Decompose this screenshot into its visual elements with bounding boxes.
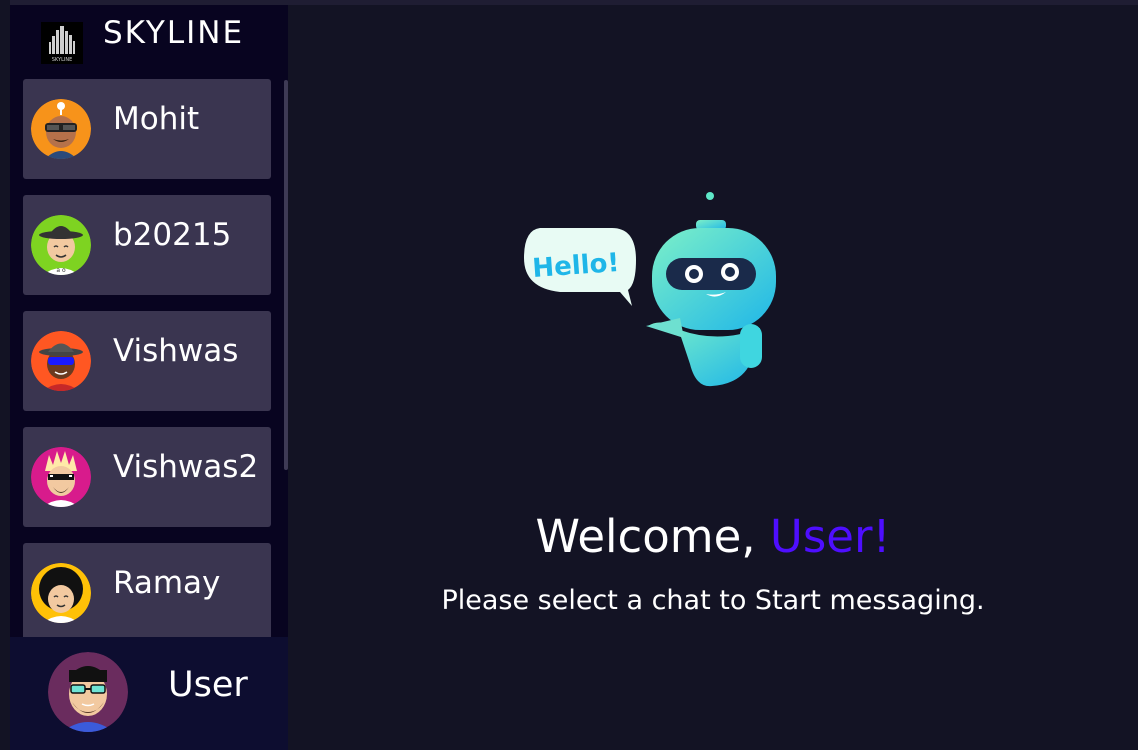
- avatar-vishwas2-icon: [31, 447, 91, 507]
- contacts-sidebar: SKYLINE SKYLINE Mohit a o b20215 Vishwas…: [10, 5, 288, 750]
- contact-name: Vishwas: [113, 333, 239, 369]
- window-left-border: [0, 0, 10, 750]
- avatar-mohit-icon: [31, 99, 91, 159]
- avatar-ramay-icon: [31, 563, 91, 623]
- hello-bubble-text: Hello!: [531, 248, 620, 284]
- contact-name: Ramay: [113, 565, 221, 601]
- contact-name: Mohit: [113, 101, 200, 137]
- current-user-name: User: [168, 665, 248, 705]
- contact-item-ramay[interactable]: Ramay: [23, 543, 271, 637]
- contact-item-b20215[interactable]: a o b20215: [23, 195, 271, 295]
- avatar-b20215-icon: a o: [31, 215, 91, 275]
- contact-list-scrollbar[interactable]: [284, 80, 288, 470]
- welcome-greeting: Welcome,: [535, 510, 770, 563]
- contact-item-mohit[interactable]: Mohit: [23, 79, 271, 179]
- svg-text:a o: a o: [56, 267, 66, 274]
- contact-item-vishwas[interactable]: Vishwas: [23, 311, 271, 411]
- skyline-logo-icon: SKYLINE: [41, 22, 83, 64]
- contact-item-vishwas2[interactable]: Vishwas2: [23, 427, 271, 527]
- avatar-vishwas-icon: [31, 331, 91, 391]
- brand-name: SKYLINE: [103, 15, 245, 51]
- contact-list: Mohit a o b20215 Vishwas Vishwas2 Ramay: [10, 77, 288, 637]
- current-user-panel: User: [10, 637, 288, 750]
- hello-robot-illustration: Hello!: [520, 188, 780, 393]
- svg-text:SKYLINE: SKYLINE: [52, 57, 73, 63]
- brand-header: SKYLINE SKYLINE: [10, 5, 288, 75]
- welcome-username: User!: [769, 510, 891, 563]
- welcome-heading: Welcome, User!: [288, 510, 1138, 563]
- contact-name: Vishwas2: [113, 449, 259, 485]
- avatar-user-icon: [48, 652, 128, 732]
- welcome-subtitle: Please select a chat to Start messaging.: [441, 585, 985, 616]
- contact-name: b20215: [113, 217, 232, 253]
